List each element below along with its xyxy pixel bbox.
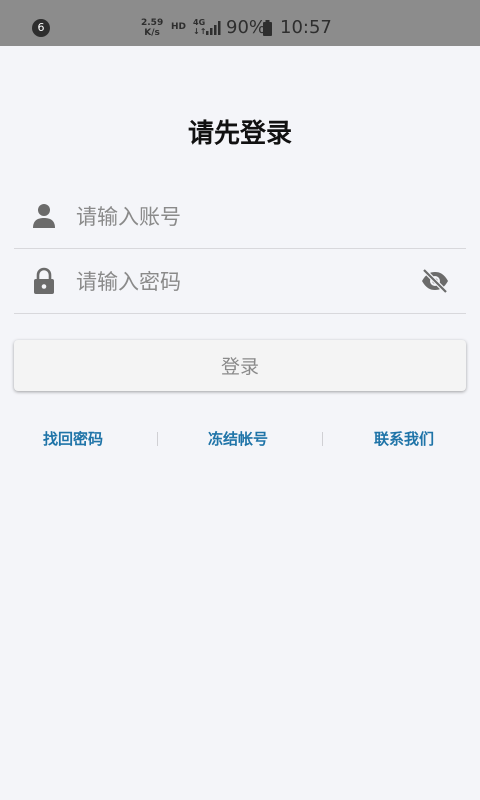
signal-icon xyxy=(206,21,221,35)
contact-us-link[interactable]: 联系我们 xyxy=(374,428,434,449)
password-input[interactable] xyxy=(74,265,408,299)
notification-badge: 6 xyxy=(32,19,50,37)
freeze-account-link[interactable]: 冻结帐号 xyxy=(208,428,268,449)
password-field xyxy=(14,249,466,314)
auxiliary-links: 找回密码 冻结帐号 联系我们 xyxy=(0,428,480,452)
login-button[interactable]: 登录 xyxy=(14,340,466,391)
lock-icon xyxy=(34,267,54,294)
link-divider xyxy=(322,432,323,446)
network-speed-unit: K/s xyxy=(144,28,160,38)
battery-percent: 90% xyxy=(226,17,267,38)
status-bar: 6 2.59 K/s HD 4G ↓↑ 90% 10:57 xyxy=(0,0,480,46)
clock: 10:57 xyxy=(280,17,332,38)
page-title: 请先登录 xyxy=(187,119,292,149)
person-icon xyxy=(33,204,55,228)
network-speed: 2.59 K/s xyxy=(141,18,163,38)
network-speed-value: 2.59 xyxy=(141,18,164,28)
account-input[interactable] xyxy=(74,200,408,234)
link-divider xyxy=(157,432,158,446)
hd-indicator: HD xyxy=(171,22,187,32)
network-type: 4G ↓↑ xyxy=(193,18,206,36)
network-type-label: 4G xyxy=(193,18,206,27)
battery-icon xyxy=(263,20,272,36)
account-field xyxy=(14,184,466,249)
eye-off-icon[interactable] xyxy=(420,267,450,295)
forgot-password-link[interactable]: 找回密码 xyxy=(43,428,103,449)
network-arrows: ↓↑ xyxy=(193,27,207,36)
